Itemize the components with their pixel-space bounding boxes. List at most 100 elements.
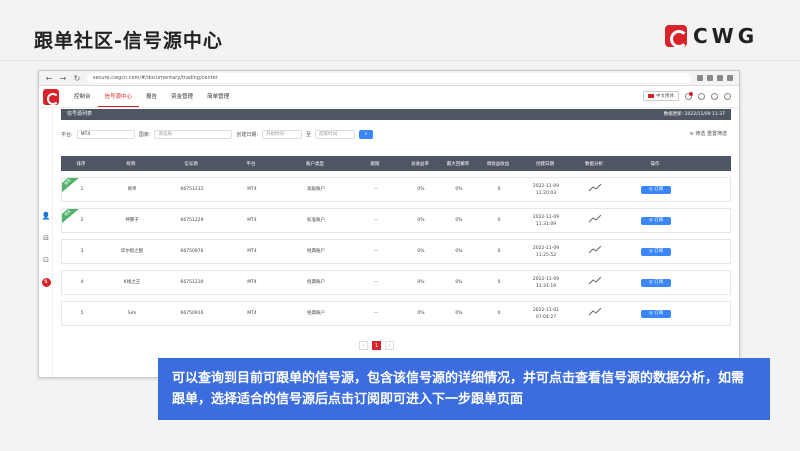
filter-bar: 平台: MT4 国家: 请选择 创建日期: 开始时间 至 结束时间 ⌕ ≡ 筛选…	[61, 124, 731, 144]
cell-return: 0%	[417, 218, 425, 223]
top-nav: 控制台 信号源中心 报告 资金管理 简单管理	[67, 86, 236, 107]
notification-icon[interactable]	[685, 91, 693, 100]
divider	[0, 60, 800, 61]
cell-created: 2022-11-09 11:31:09	[520, 214, 572, 228]
slide-title: 跟单社区-信号源中心	[34, 30, 223, 52]
subscribe-button[interactable]: ◎ 订阅	[641, 185, 671, 194]
page-button[interactable]: 1	[372, 341, 381, 350]
end-date-input[interactable]: 结束时间	[315, 129, 356, 139]
cell-account-type: 经典账户	[307, 311, 325, 316]
nav-console[interactable]: 控制台	[67, 86, 98, 107]
settings-icon[interactable]	[724, 92, 731, 100]
trend-chart-icon[interactable]	[588, 214, 602, 223]
cell-weekly: 0	[497, 187, 501, 192]
prev-page-button[interactable]: ‹	[359, 341, 368, 350]
col-signal: 信号源	[184, 161, 198, 167]
share-icon[interactable]	[697, 75, 703, 81]
cell-name: K线之王	[123, 280, 141, 285]
cell-platform: MT4	[247, 187, 257, 192]
col-account-type: 账户类型	[306, 161, 324, 167]
created-time: 11:25:52	[535, 252, 557, 258]
date-to: 至	[306, 131, 312, 138]
col-name: 昵称	[126, 161, 136, 167]
col-platform: 平台	[246, 161, 256, 167]
subscribe-button[interactable]: ◎ 订阅	[641, 247, 671, 256]
created-date: 2022-11-09	[532, 276, 560, 282]
cart-icon[interactable]: ⊡	[39, 253, 53, 267]
country-label: 国家:	[138, 131, 151, 138]
cell-drawdown: 0%	[455, 187, 463, 192]
wallet-icon[interactable]: ⊟	[39, 231, 53, 245]
cell-return: 0%	[417, 311, 425, 316]
back-icon[interactable]: ←	[45, 74, 53, 83]
search-button[interactable]: ⌕	[359, 129, 374, 139]
main-content: 信号源列表 数据更新: 2022/11/09 11:37 平台: MT4 国家:…	[61, 109, 731, 377]
created-date: 2022-11-09	[532, 183, 560, 189]
country-select[interactable]: 请选择	[154, 129, 233, 139]
flag-icon	[648, 94, 654, 98]
brand-logo: CWG	[665, 24, 758, 48]
subscribe-button[interactable]: ◎ 订阅	[641, 309, 671, 318]
trend-chart-icon[interactable]	[588, 276, 602, 285]
cell-account-type: 标准账户	[307, 218, 325, 223]
created-date: 2022-11-09	[532, 214, 560, 220]
user-icon[interactable]	[698, 92, 705, 100]
nav-funds[interactable]: 资金管理	[164, 86, 200, 107]
url-field[interactable]: secure.cwgcn.com/#/documentary/trading/c…	[87, 73, 691, 83]
nav-simple[interactable]: 简单管理	[200, 86, 236, 107]
cell-created: 2022-11-09 11:31:19	[520, 276, 572, 290]
menu-icon[interactable]	[727, 75, 733, 81]
cell-signal: 66751229	[180, 218, 204, 223]
col-analysis: 数据分析	[585, 161, 603, 167]
platform-select[interactable]: MT4	[76, 129, 135, 139]
filter-actions: ≡ 筛选 重置筛选	[690, 130, 727, 137]
language-select[interactable]: 中文简体	[643, 91, 679, 101]
reset-filter-button[interactable]: 重置筛选	[707, 131, 727, 137]
star-icon[interactable]	[707, 75, 713, 81]
date-label: 创建日期:	[236, 131, 259, 138]
cell-action: ◎ 订阅	[618, 216, 694, 225]
trend-chart-icon[interactable]	[588, 183, 602, 192]
fullscreen-icon[interactable]	[711, 92, 718, 100]
col-created: 创建日期	[536, 161, 554, 167]
cell-signal: 66750976	[180, 249, 204, 254]
created-date: 2022-11-09	[532, 245, 560, 251]
subscribe-button[interactable]: ◎ 订阅	[641, 278, 671, 287]
nav-signal-center[interactable]: 信号源中心	[97, 86, 140, 107]
start-date-input[interactable]: 开始时间	[262, 129, 303, 139]
browser-window: ← → ↻ secure.cwgcn.com/#/documentary/tra…	[38, 70, 740, 378]
browser-extension-icons	[697, 75, 733, 81]
extension-icon[interactable]	[717, 75, 723, 81]
subscribe-button[interactable]: ◎ 订阅	[641, 216, 671, 225]
cell-follow: --	[374, 249, 378, 254]
col-follow: 跟随	[370, 161, 380, 167]
cell-action: ◎ 订阅	[618, 185, 694, 194]
pagination: ‹ 1 ›	[359, 341, 394, 350]
app-logo-icon[interactable]	[43, 88, 59, 105]
cell-weekly: 0	[497, 280, 501, 285]
reload-icon[interactable]: ↻	[73, 74, 81, 83]
cell-analysis	[572, 245, 618, 257]
cell-rank: 4	[80, 280, 84, 285]
cell-created: 2022-11-01 07:04:27	[520, 307, 572, 321]
created-time: 11:31:09	[535, 221, 557, 227]
cell-analysis	[572, 276, 618, 288]
cell-drawdown: 0%	[455, 249, 463, 254]
next-page-button[interactable]: ›	[385, 341, 394, 350]
cell-created: 2022-11-09 11:25:52	[520, 245, 572, 259]
cell-weekly: 0	[497, 311, 501, 316]
forward-icon[interactable]: →	[59, 74, 67, 83]
cell-platform: MT4	[247, 280, 257, 285]
table-header: 排序 昵称 信号源 平台 账户类型 跟随 总收益率 最大回撤率 周收益收益 创建…	[61, 156, 731, 171]
filter-button[interactable]: ≡ 筛选	[690, 131, 706, 137]
nav-report[interactable]: 报告	[139, 86, 164, 107]
trend-chart-icon[interactable]	[588, 245, 602, 254]
profile-icon[interactable]: 👤	[39, 209, 53, 223]
app-header: 控制台 信号源中心 报告 资金管理 简单管理 中文简体	[39, 86, 739, 108]
cell-created: 2022-11-09 11:20:03	[520, 183, 572, 197]
trend-chart-icon[interactable]	[588, 307, 602, 316]
trade-icon[interactable]: ⇅	[39, 275, 53, 289]
col-action: 操作	[650, 161, 660, 167]
cell-signal: 66751231	[180, 187, 204, 192]
brand-mark-icon	[665, 25, 688, 48]
